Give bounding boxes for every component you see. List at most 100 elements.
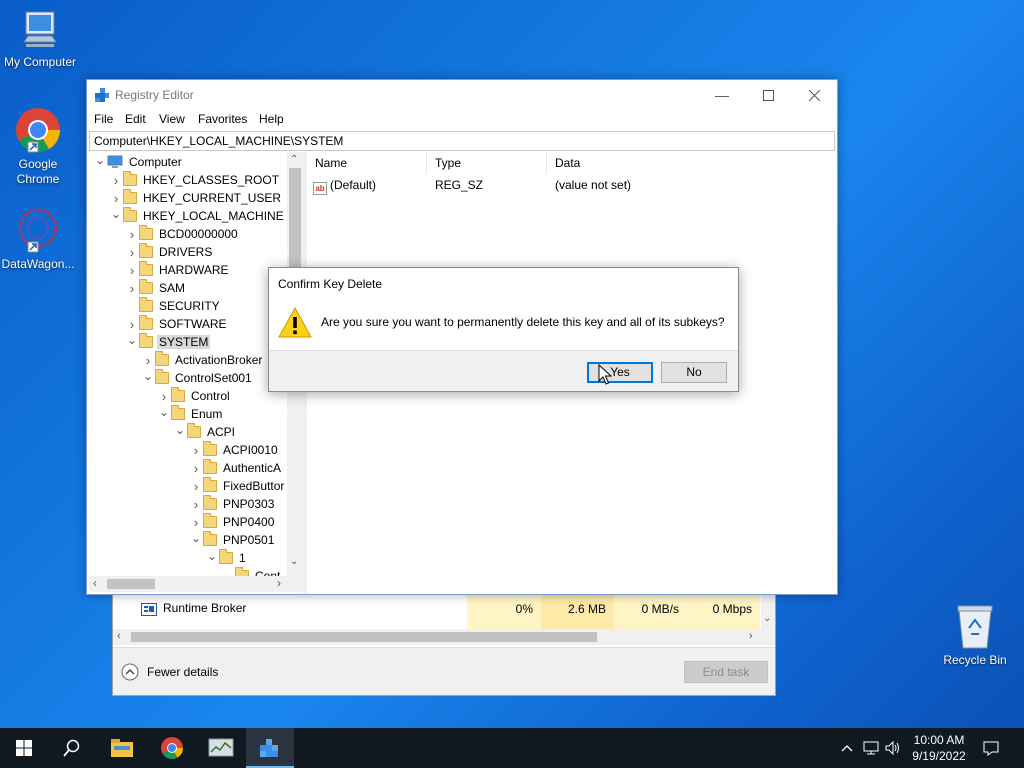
folder-icon (171, 387, 185, 402)
taskbar-chrome[interactable] (148, 728, 196, 768)
chevron-right-icon[interactable]: › (125, 279, 139, 297)
search-button[interactable] (48, 728, 96, 768)
chevron-down-icon[interactable]: ⌄ (189, 529, 203, 547)
tree-item[interactable]: › ActivationBroker (141, 351, 264, 369)
chevron-down-icon[interactable]: ⌄ (205, 547, 219, 565)
address-bar[interactable]: Computer\HKEY_LOCAL_MACHINE\SYSTEM (89, 131, 835, 151)
tree-item-label: HKEY_LOCAL_MACHINE (143, 209, 284, 223)
column-header-name[interactable]: Name (307, 152, 427, 174)
scroll-thumb[interactable] (131, 632, 597, 642)
chevron-down-icon[interactable]: ⌄ (109, 205, 123, 223)
chevron-right-icon[interactable]: › (189, 441, 203, 459)
end-task-button[interactable]: End task (684, 661, 768, 683)
chevron-down-icon[interactable]: ⌄ (141, 367, 155, 385)
tree-item[interactable]: › ACPI0010 (189, 441, 280, 459)
tree-item-label: SYSTEM (157, 335, 211, 349)
minimize-button[interactable]: — (699, 80, 745, 110)
chevron-right-icon[interactable]: › (749, 630, 753, 642)
tree-item[interactable]: › DRIVERS (125, 243, 214, 261)
chevron-down-icon[interactable]: ⌄ (125, 331, 139, 349)
chevron-up-icon[interactable]: ⌃ (290, 154, 298, 165)
tree-item[interactable]: ⌄ HKEY_LOCAL_MACHINE (109, 207, 286, 225)
tree-item[interactable]: › SAM (125, 279, 187, 297)
tree-item[interactable]: ⌄ Computer (93, 153, 184, 171)
tree-item-label: ACPI0010 (223, 443, 278, 457)
chevron-down-icon[interactable]: ⌄ (290, 556, 298, 567)
chevron-right-icon[interactable]: › (189, 477, 203, 495)
clock[interactable]: 10:00 AM 9/19/2022 (908, 732, 970, 764)
tree-item[interactable]: › FixedButtor (189, 477, 286, 495)
value-name-text: (Default) (330, 178, 377, 192)
vertical-scrollbar[interactable]: ⌄ (761, 593, 775, 645)
tree-item[interactable]: ⌄ Enum (157, 405, 224, 423)
show-hidden-icons[interactable] (836, 728, 858, 768)
value-data: (value not set) (555, 178, 632, 192)
fewer-details-button[interactable]: Fewer details (121, 663, 218, 681)
tree-item[interactable]: ⌄ ControlSet001 (141, 369, 254, 387)
menu-view[interactable]: View (159, 112, 185, 126)
chevron-right-icon[interactable]: › (277, 576, 281, 590)
folder-icon (139, 279, 153, 294)
chevron-right-icon[interactable]: › (125, 261, 139, 279)
tree-item-label: PNP0501 (223, 533, 275, 547)
task-manager-footer: Fewer details End task (113, 647, 775, 695)
close-button[interactable] (791, 80, 837, 110)
notifications-button[interactable] (980, 728, 1002, 768)
desktop-icon-my-computer[interactable]: My Computer (0, 8, 80, 70)
chevron-down-icon[interactable]: ⌄ (763, 613, 771, 624)
desktop-icon-datawagon[interactable]: DataWagon... (0, 206, 78, 272)
chevron-right-icon[interactable]: › (125, 243, 139, 261)
chevron-down-icon[interactable]: ⌄ (173, 421, 187, 439)
tree-item[interactable]: › AuthenticA (189, 459, 283, 477)
tree-item[interactable]: › HKEY_CURRENT_USER (109, 189, 283, 207)
desktop-icon-recycle-bin[interactable]: Recycle Bin (935, 602, 1015, 668)
horizontal-scrollbar[interactable]: ‹ › (113, 629, 761, 645)
folder-icon (155, 351, 169, 366)
volume-tray-button[interactable] (882, 728, 904, 768)
chevron-right-icon[interactable]: › (189, 459, 203, 477)
chevron-down-icon[interactable]: ⌄ (93, 152, 107, 169)
desktop-icon-google-chrome[interactable]: Google Chrome (0, 106, 78, 187)
tree-item[interactable]: › PNP0303 (189, 495, 276, 513)
network-tray-button[interactable] (860, 728, 882, 768)
menu-help[interactable]: Help (259, 112, 284, 126)
title-bar[interactable]: Registry Editor — (87, 80, 837, 110)
chevron-left-icon[interactable]: ‹ (93, 576, 97, 590)
column-header-data[interactable]: Data (547, 152, 837, 174)
table-row[interactable]: Runtime Broker 0% 2.6 MB 0 MB/s 0 Mbps (113, 595, 761, 629)
tree-item[interactable]: ⌄ ACPI (173, 423, 237, 441)
menu-file[interactable]: File (94, 112, 113, 126)
tree-item[interactable]: › BCD00000000 (125, 225, 240, 243)
start-button[interactable] (0, 728, 48, 768)
column-header-type[interactable]: Type (427, 152, 547, 174)
computer-icon (107, 155, 123, 168)
maximize-button[interactable] (745, 80, 791, 110)
tree-item[interactable]: › HARDWARE (125, 261, 231, 279)
chevron-right-icon[interactable]: › (125, 225, 139, 243)
taskbar-datawagon[interactable] (246, 728, 294, 768)
tree-item-label: HARDWARE (159, 263, 229, 277)
tree-item[interactable]: ⌄ PNP0501 (189, 531, 276, 549)
chevron-left-icon[interactable]: ‹ (117, 630, 121, 642)
tree-item[interactable]: › HKEY_CLASSES_ROOT (109, 171, 281, 189)
menu-favorites[interactable]: Favorites (198, 112, 247, 126)
chevron-down-icon[interactable]: ⌄ (157, 403, 171, 421)
computer-icon (23, 11, 57, 47)
menu-edit[interactable]: Edit (125, 112, 146, 126)
no-button[interactable]: No (661, 362, 727, 383)
chevron-right-icon[interactable]: › (109, 171, 123, 189)
tree-item[interactable]: › SOFTWARE (125, 315, 229, 333)
chevron-right-icon[interactable]: › (189, 495, 203, 513)
yes-button[interactable]: Yes (587, 362, 653, 383)
tree-item[interactable]: ⌄ SYSTEM (125, 331, 211, 351)
taskbar-file-explorer[interactable] (98, 728, 146, 768)
tree-item-label: DRIVERS (159, 245, 213, 259)
taskbar-task-manager[interactable] (197, 728, 245, 768)
string-value-icon: ab (313, 182, 327, 195)
tree-item[interactable]: SECURITY (125, 297, 222, 315)
tree-item[interactable]: ⌄ 1 (205, 549, 248, 567)
folder-icon (139, 297, 153, 312)
scroll-thumb[interactable] (107, 579, 155, 589)
dialog-title: Confirm Key Delete (278, 277, 383, 291)
folder-icon (187, 423, 201, 438)
